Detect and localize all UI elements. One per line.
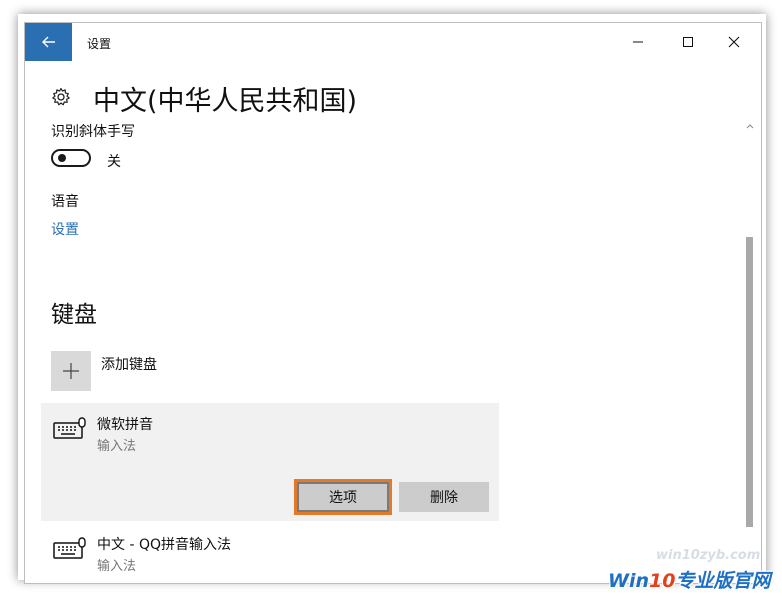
add-keyboard-label[interactable]: 添加键盘 bbox=[101, 354, 157, 374]
gear-icon bbox=[52, 87, 70, 106]
add-keyboard-button[interactable] bbox=[51, 351, 91, 391]
scroll-up-arrow[interactable] bbox=[745, 121, 755, 131]
handwriting-toggle[interactable] bbox=[51, 149, 91, 167]
keyboard-item-name[interactable]: 中文 - QQ拼音输入法 bbox=[97, 534, 231, 554]
keyboard-section-title: 键盘 bbox=[51, 302, 97, 328]
toggle-knob bbox=[58, 154, 66, 162]
keyboard-icon bbox=[53, 537, 86, 559]
close-icon bbox=[728, 36, 740, 48]
handwriting-label: 识别斜体手写 bbox=[51, 124, 135, 140]
keyboard-item-type: 输入法 bbox=[97, 559, 137, 574]
settings-window: 设置 中文(中华人民共和国) 识别斜体手写 关 语音 设置 键盘 添加键盘 微软… bbox=[24, 22, 762, 584]
plus-icon bbox=[63, 363, 79, 379]
title-bar: 设置 bbox=[25, 23, 761, 61]
page-title: 中文(中华人民共和国) bbox=[93, 86, 358, 117]
options-button[interactable]: 选项 bbox=[294, 479, 392, 515]
close-button[interactable] bbox=[711, 23, 757, 61]
maximize-icon bbox=[683, 37, 693, 47]
watermark-logo-suffix: 专业版官网 bbox=[675, 570, 771, 592]
keyboard-item-name: 微软拼音 bbox=[97, 417, 153, 433]
minimize-button[interactable] bbox=[615, 23, 661, 61]
keyboard-item-type: 输入法 bbox=[97, 439, 137, 454]
maximize-button[interactable] bbox=[665, 23, 711, 61]
delete-button[interactable]: 删除 bbox=[399, 482, 489, 512]
watermark-logo: Win10专业版官网 bbox=[608, 566, 770, 593]
minimize-icon bbox=[633, 41, 643, 43]
toggle-state-label: 关 bbox=[107, 154, 121, 170]
keyboard-icon bbox=[53, 417, 86, 439]
scrollbar-thumb[interactable] bbox=[746, 237, 753, 527]
watermark-logo-prefix: Win bbox=[608, 570, 649, 592]
watermark-url: win10zyb.com bbox=[656, 548, 761, 563]
chevron-up-icon bbox=[746, 124, 754, 129]
speech-label: 语音 bbox=[51, 194, 79, 210]
window-title: 设置 bbox=[87, 37, 112, 51]
speech-settings-link[interactable]: 设置 bbox=[51, 219, 79, 239]
back-button[interactable] bbox=[25, 23, 72, 61]
watermark-logo-number: 10 bbox=[649, 570, 676, 592]
arrow-left-icon bbox=[41, 36, 55, 48]
